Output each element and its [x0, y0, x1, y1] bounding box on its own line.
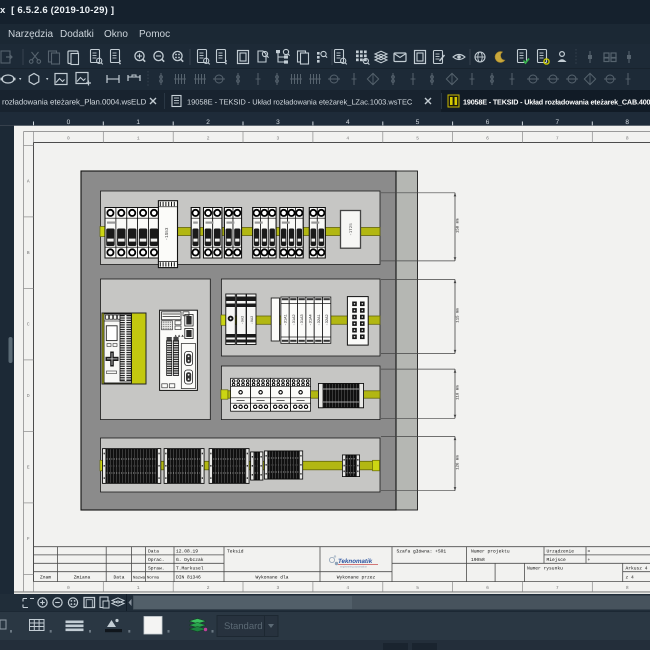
svg-text:Nazwa: Nazwa [133, 576, 146, 581]
svg-text:T.Markusel: T.Markusel [176, 565, 204, 571]
svg-text:3: 3 [277, 136, 280, 142]
svg-text:Miejsce: Miejsce [547, 557, 567, 563]
svg-text:7: 7 [556, 136, 559, 142]
svg-text:Oprac.: Oprac. [148, 557, 165, 563]
svg-text:126 mm: 126 mm [456, 455, 461, 470]
svg-text:F: F [27, 536, 30, 542]
svg-text:Znam: Znam [40, 575, 51, 581]
svg-text:2: 2 [207, 136, 210, 142]
svg-text:4: 4 [346, 585, 349, 591]
svg-text:Teksid: Teksid [227, 549, 244, 555]
svg-text:-32A2: -32A2 [325, 314, 330, 326]
svg-text:4: 4 [346, 119, 350, 126]
svg-text:3: 3 [276, 119, 280, 126]
svg-text:=: = [588, 550, 591, 555]
svg-text:5: 5 [416, 136, 419, 142]
svg-text:19058E - TEKSID - Układ rozład: 19058E - TEKSID - Układ rozładowania ete… [187, 98, 413, 107]
svg-text:Arkusz 4: Arkusz 4 [626, 565, 648, 571]
svg-text:6: 6 [486, 119, 490, 126]
svg-text:12.08.19: 12.08.19 [176, 549, 198, 555]
svg-text:7: 7 [556, 585, 559, 591]
svg-text:2: 2 [207, 585, 210, 591]
svg-text:1: 1 [136, 119, 140, 126]
svg-text:z 4: z 4 [626, 575, 635, 581]
svg-text:5: 5 [416, 585, 419, 591]
svg-text:Wykonane przez: Wykonane przez [337, 575, 376, 581]
svg-text:8: 8 [625, 119, 629, 126]
svg-text:DIN 81346: DIN 81346 [176, 575, 201, 581]
svg-text:-31A2: -31A2 [292, 314, 297, 326]
svg-text:1: 1 [137, 585, 140, 591]
svg-text:+: + [588, 558, 591, 563]
svg-text:-31A3: -31A3 [300, 314, 305, 326]
svg-text:rozładowania eteżarek_Plan.000: rozładowania eteżarek_Plan.0004.wsELD [2, 98, 147, 107]
svg-text:0: 0 [67, 119, 71, 126]
svg-text:B: B [27, 250, 30, 256]
svg-text:C: C [27, 322, 30, 328]
svg-text:6: 6 [486, 585, 489, 591]
svg-text:Standard: Standard [224, 621, 263, 632]
svg-text:8: 8 [626, 136, 629, 142]
svg-text:8: 8 [626, 585, 629, 591]
svg-text:110 mm: 110 mm [456, 385, 461, 400]
svg-text:Data: Data [113, 575, 124, 581]
svg-text:Spraw.: Spraw. [148, 565, 165, 571]
svg-text:A: A [27, 179, 30, 185]
svg-text:-32A1: -32A1 [317, 314, 322, 326]
svg-text:2: 2 [206, 119, 210, 126]
svg-text:3: 3 [277, 585, 280, 591]
svg-text:-1S53: -1S53 [165, 227, 170, 240]
svg-text:E: E [27, 465, 30, 471]
svg-text:-9A2: -9A2 [240, 316, 245, 325]
svg-text:-31A4: -31A4 [309, 314, 314, 326]
svg-text:4: 4 [346, 136, 349, 142]
svg-text:Wykonane dla: Wykonane dla [255, 575, 288, 581]
svg-text:Data: Data [148, 549, 159, 555]
svg-text:0: 0 [67, 585, 70, 591]
svg-text:6: 6 [486, 136, 489, 142]
svg-text:engineering automation: engineering automation [340, 566, 368, 569]
svg-text:Zmiana: Zmiana [74, 575, 91, 581]
svg-text:115 mm: 115 mm [456, 308, 461, 323]
svg-text:Szafa główna: +S01: Szafa główna: +S01 [397, 549, 447, 555]
svg-text:19058: 19058 [471, 557, 485, 563]
svg-text:Norma: Norma [147, 576, 160, 581]
svg-text:1: 1 [137, 136, 140, 142]
svg-text:Numer projektu: Numer projektu [471, 549, 510, 555]
svg-text:5: 5 [416, 119, 420, 126]
svg-text:Numer rysunku: Numer rysunku [527, 565, 563, 571]
svg-text:158 mm: 158 mm [456, 218, 461, 233]
svg-text:0: 0 [67, 136, 70, 142]
svg-text:Urządzenie: Urządzenie [547, 549, 575, 555]
svg-text:19058E - TEKSID - Układ rozład: 19058E - TEKSID - Układ rozładowania ete… [463, 98, 650, 107]
svg-text:-31A1: -31A1 [284, 314, 289, 326]
svg-text:Teknomatik: Teknomatik [338, 558, 373, 565]
svg-text:-1T25: -1T25 [349, 223, 354, 236]
svg-text:D: D [27, 393, 30, 399]
svg-text:G. Dybczak: G. Dybczak [176, 557, 204, 563]
svg-text:-9A2: -9A2 [250, 316, 255, 325]
svg-text:7: 7 [555, 119, 559, 126]
